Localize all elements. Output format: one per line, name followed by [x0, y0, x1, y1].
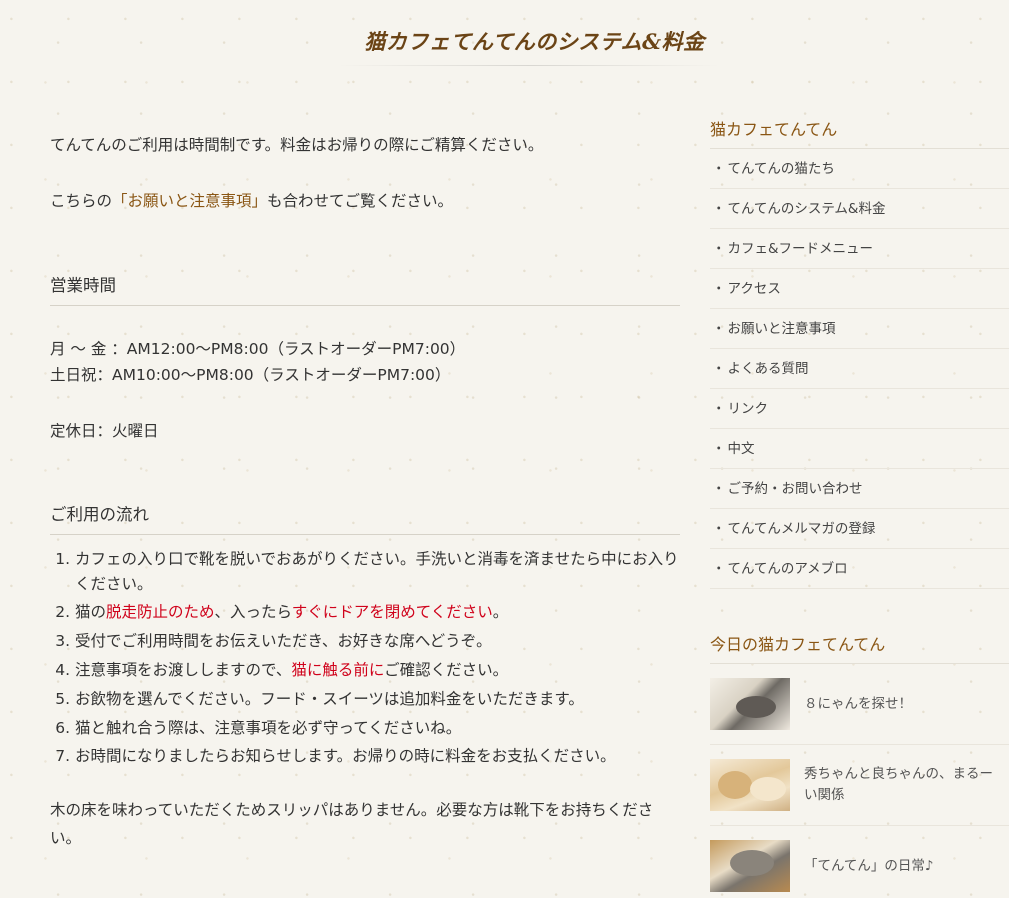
notice-prefix: こちらの	[50, 192, 113, 211]
sidebar-item-label: てんてんの猫たち	[727, 161, 835, 177]
sidebar-item-label: てんてんのシステム&料金	[727, 201, 886, 217]
sidebar-item-menu[interactable]: ・カフェ&フードメニュー	[710, 229, 1009, 269]
cat-silhouette	[750, 777, 786, 801]
regular-holiday: 定休日：火曜日	[50, 422, 159, 441]
sidebar-item-label: お願いと注意事項	[727, 321, 836, 337]
flow-step-6: 猫と触れ合う際は、注意事項を必ず守ってくださいね。	[75, 716, 680, 741]
bullet-icon: ・	[712, 481, 726, 497]
flow-step-2-warning-2: すぐにドアを閉めてください	[291, 603, 493, 622]
cat-silhouette	[736, 696, 776, 718]
bullet-icon: ・	[712, 241, 726, 257]
bullet-icon: ・	[712, 321, 726, 337]
post-thumbnail[interactable]	[710, 678, 790, 730]
notice-suffix: も合わせてご覧ください。	[267, 192, 454, 211]
sidebar-menu: ・てんてんの猫たち ・てんてんのシステム&料金 ・カフェ&フードメニュー ・アク…	[710, 149, 1009, 589]
sidebar-item-label: てんてんのアメブロ	[727, 561, 848, 577]
sidebar-item-label: リンク	[727, 401, 769, 417]
intro-text: てんてんのご利用は時間制です。料金はお帰りの際にご精算ください。	[50, 136, 544, 154]
hours-weekend: 土日祝：AM10:00～PM8:00（ラストオーダーPM7:00）	[50, 366, 451, 385]
sidebar-item-chinese[interactable]: ・中文	[710, 429, 1009, 469]
bullet-icon: ・	[712, 361, 726, 377]
slipper-note: 木の床を味わっていただくためスリッパはありません。必要な方は靴下をお持ちください…	[50, 801, 654, 848]
bullet-icon: ・	[712, 201, 726, 217]
title-divider	[336, 65, 720, 66]
sidebar-item-label: カフェ&フードメニュー	[727, 241, 874, 257]
post-item[interactable]: ８にゃんを探せ！	[710, 664, 1009, 745]
flow-step-3: 受付でご利用時間をお伝えいただき、お好きな席へどうぞ。	[75, 629, 680, 654]
cat-silhouette	[730, 850, 774, 876]
sidebar: 猫カフェてんてん ・てんてんの猫たち ・てんてんのシステム&料金 ・カフェ&フー…	[710, 116, 1009, 898]
sidebar-item-label: 中文	[727, 441, 755, 457]
today-widget-title: 今日の猫カフェてんてん	[710, 631, 1009, 664]
flow-heading: ご利用の流れ	[50, 501, 680, 535]
sidebar-item-links[interactable]: ・リンク	[710, 389, 1009, 429]
flow-step-5: お飲物を選んでください。フード・スイーツは追加料金をいただきます。	[75, 687, 680, 712]
post-item[interactable]: 秀ちゃんと良ちゃんの、まるーい関係	[710, 745, 1009, 826]
flow-step-4-a: 注意事項をお渡ししますので、	[75, 661, 292, 679]
cat-silhouette	[718, 771, 752, 799]
hours-heading: 営業時間	[50, 272, 680, 306]
sidebar-item-newsletter[interactable]: ・てんてんメルマガの登録	[710, 509, 1009, 549]
page-title: 猫カフェてんてんのシステム&料金	[364, 29, 705, 54]
flow-step-2: 猫の脱走防止のため、入ったらすぐにドアを閉めてください。	[75, 600, 680, 625]
sidebar-item-label: ご予約・お問い合わせ	[727, 481, 863, 497]
bullet-icon: ・	[712, 521, 726, 537]
sidebar-item-label: てんてんメルマガの登録	[727, 521, 876, 537]
bullet-icon: ・	[712, 441, 726, 457]
notice-line: こちらの「お願いと注意事項」も合わせてご覧ください。	[50, 188, 680, 214]
flow-step-7: お時間になりましたらお知らせします。お帰りの時に料金をお支払ください。	[75, 744, 680, 769]
post-title[interactable]: ８にゃんを探せ！	[804, 694, 918, 715]
post-item[interactable]: 「てんてん」の日常♪	[710, 826, 1009, 898]
bullet-icon: ・	[712, 161, 726, 177]
flow-step-2-c: 。	[492, 603, 509, 622]
sidebar-item-rules[interactable]: ・お願いと注意事項	[710, 309, 1009, 349]
hours-weekday: 月 ～ 金 ：AM12:00～PM8:00（ラストオーダーPM7:00）	[50, 339, 466, 358]
today-widget: 今日の猫カフェてんてん ８にゃんを探せ！ 秀ちゃんと良ちゃんの、まるーい関係 「…	[710, 631, 1009, 898]
post-title[interactable]: 「てんてん」の日常♪	[804, 856, 939, 877]
sidebar-item-cats[interactable]: ・てんてんの猫たち	[710, 149, 1009, 189]
sidebar-item-faq[interactable]: ・よくある質問	[710, 349, 1009, 389]
sidebar-item-contact[interactable]: ・ご予約・お問い合わせ	[710, 469, 1009, 509]
flow-step-2-a: 猫の	[75, 603, 107, 622]
sidebar-menu-title: 猫カフェてんてん	[710, 116, 1009, 149]
bullet-icon: ・	[712, 561, 726, 577]
bullet-icon: ・	[712, 401, 726, 417]
flow-step-1: カフェの入り口で靴を脱いでおあがりください。手洗いと消毒を済ませたら中にお入りく…	[75, 547, 680, 597]
post-thumbnail[interactable]	[710, 759, 790, 811]
flow-steps: カフェの入り口で靴を脱いでおあがりください。手洗いと消毒を済ませたら中にお入りく…	[50, 547, 680, 769]
flow-step-2-warning-1: 脱走防止のため	[106, 603, 215, 622]
bullet-icon: ・	[712, 281, 726, 297]
sidebar-item-ameblo[interactable]: ・てんてんのアメブロ	[710, 549, 1009, 589]
flow-step-4-warning: 猫に触る前に	[291, 661, 385, 679]
sidebar-item-label: アクセス	[727, 281, 781, 297]
flow-step-2-b: 、入ったら	[214, 603, 292, 622]
post-thumbnail[interactable]	[710, 840, 790, 892]
flow-step-4-b: ご確認ください。	[384, 661, 509, 679]
post-title[interactable]: 秀ちゃんと良ちゃんの、まるーい関係	[804, 764, 1009, 806]
main-content: てんてんのご利用は時間制です。料金はお帰りの際にご精算ください。 こちらの「お願…	[50, 120, 680, 853]
sidebar-item-system[interactable]: ・てんてんのシステム&料金	[710, 189, 1009, 229]
sidebar-item-label: よくある質問	[727, 361, 809, 377]
flow-step-4: 注意事項をお渡ししますので、猫に触る前にご確認ください。	[75, 658, 680, 683]
notice-link[interactable]: 「お願いと注意事項」	[112, 192, 267, 210]
sidebar-item-access[interactable]: ・アクセス	[710, 269, 1009, 309]
